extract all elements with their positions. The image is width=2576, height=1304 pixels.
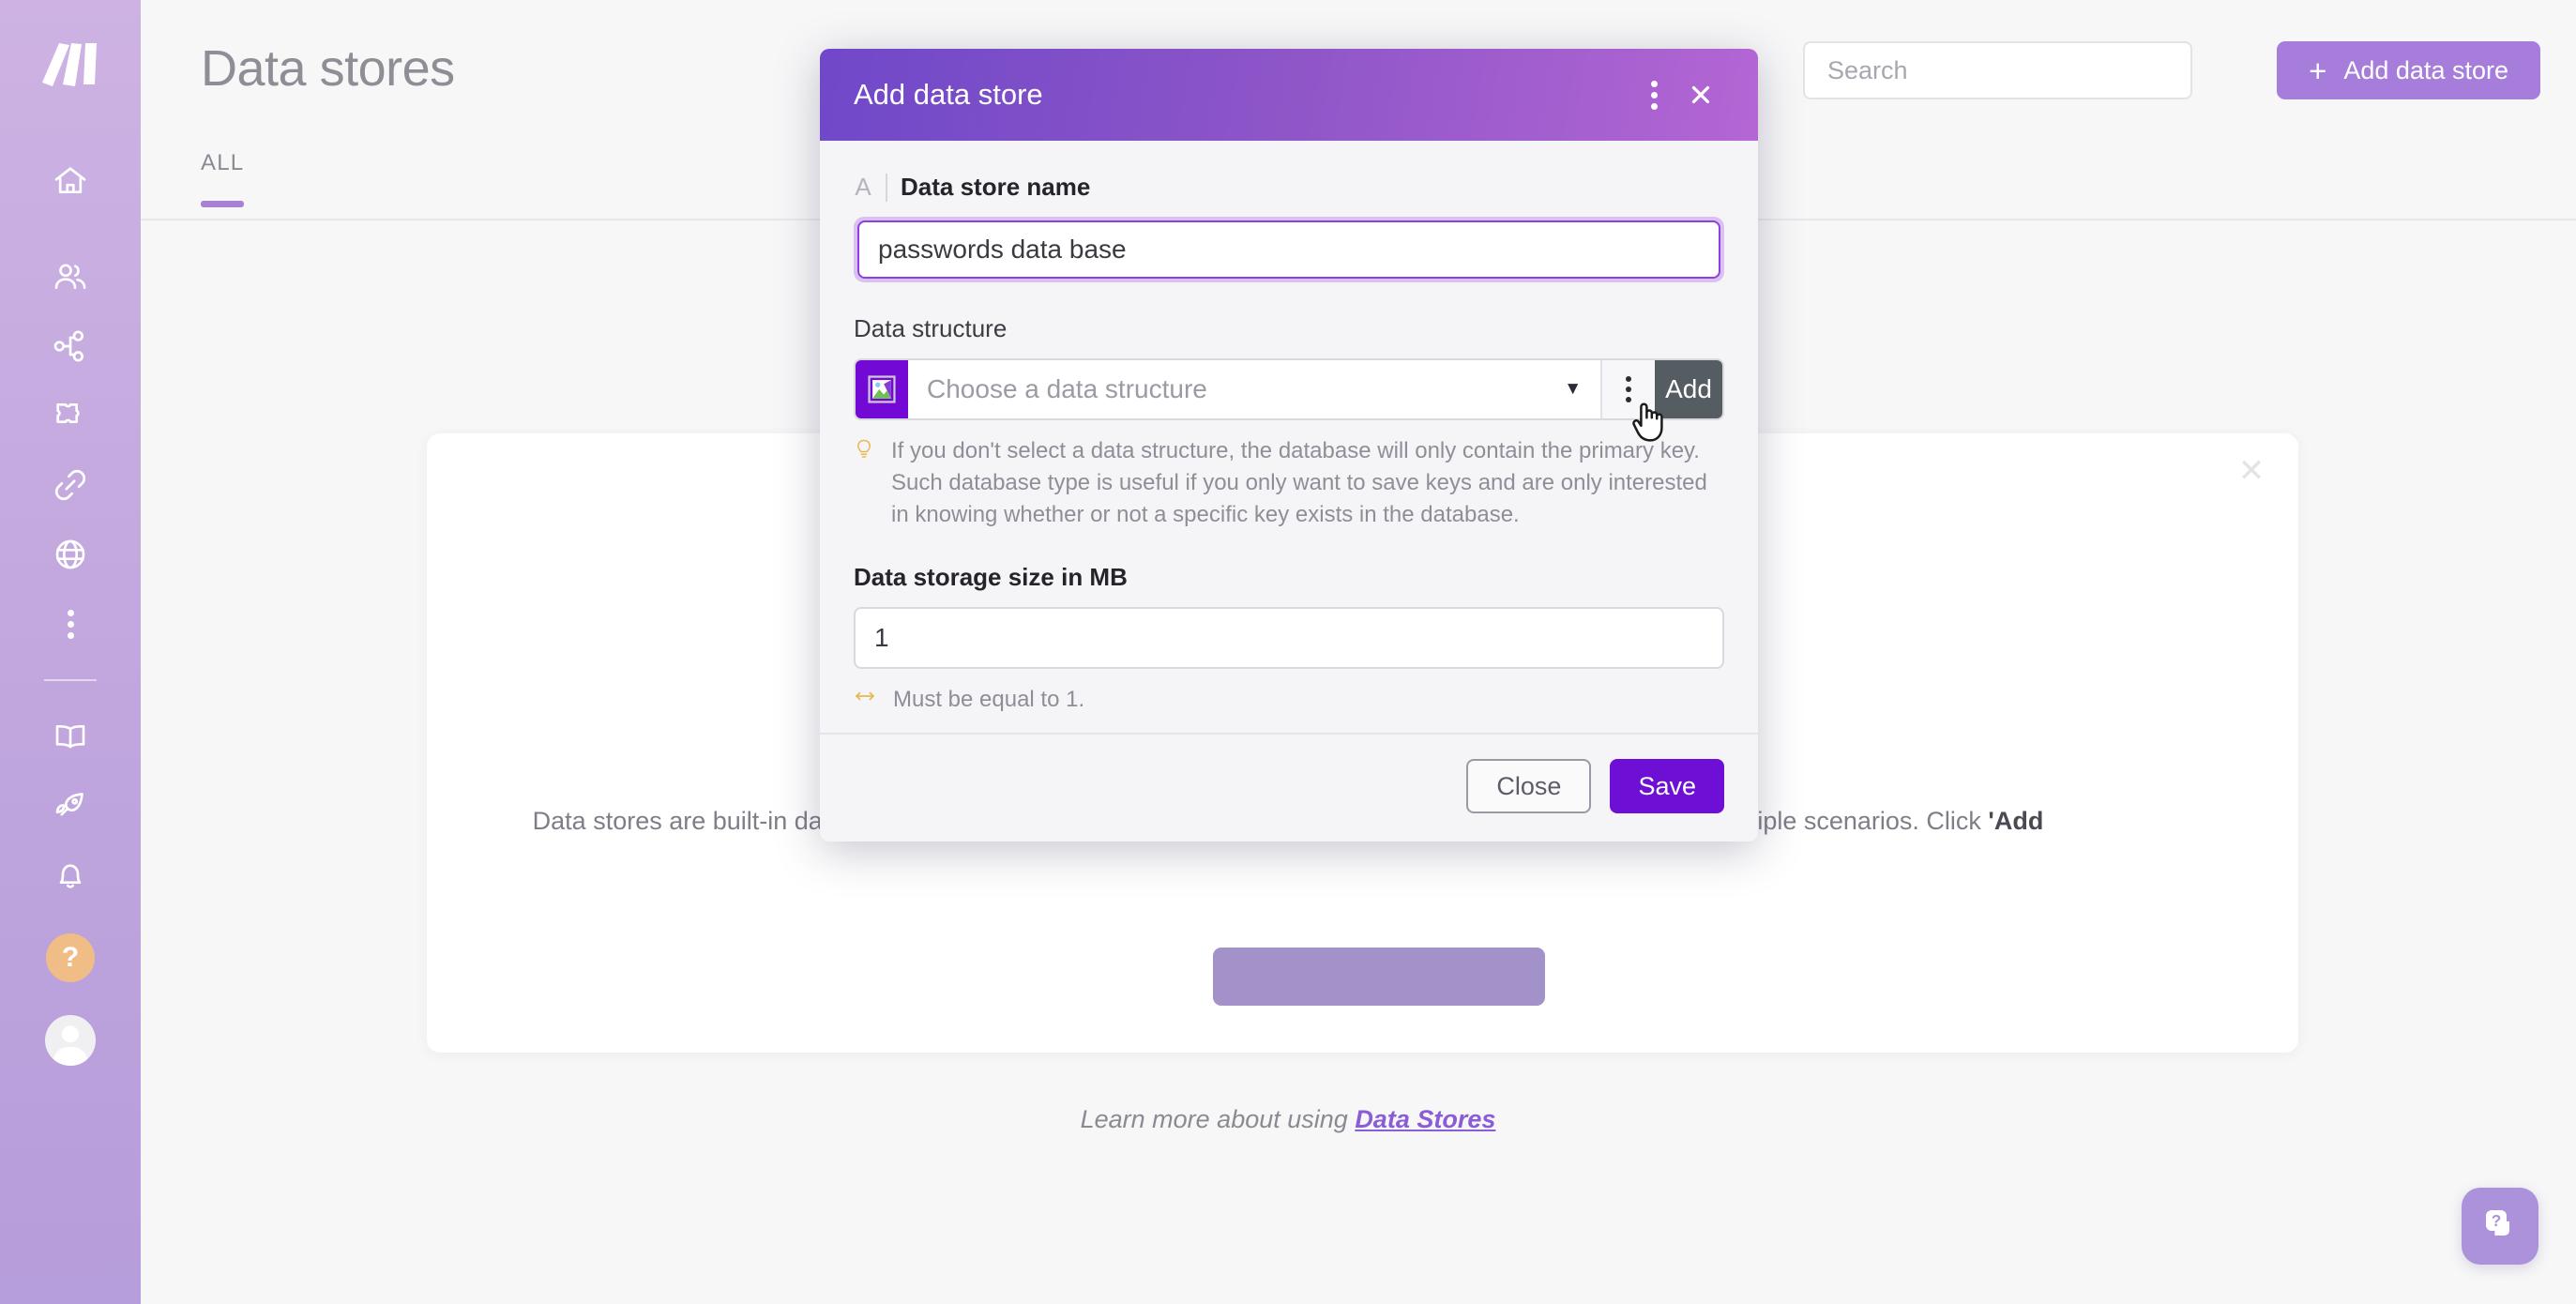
broken-image-icon: [856, 360, 908, 418]
globe-icon: [52, 536, 89, 573]
sidebar-item-home[interactable]: [36, 146, 105, 216]
sidebar-item-webhooks[interactable]: [36, 520, 105, 589]
empty-state-add-button[interactable]: [1213, 948, 1545, 1006]
data-size-input[interactable]: [854, 607, 1724, 670]
modal-close-button[interactable]: [1677, 71, 1724, 118]
bell-icon: [52, 857, 89, 894]
sidebar-item-avatar[interactable]: [36, 1006, 105, 1075]
tab-all[interactable]: ALL: [201, 150, 244, 201]
users-icon: [52, 258, 89, 296]
tab-bar: ALL: [201, 150, 244, 207]
sidebar-item-scenarios[interactable]: [36, 311, 105, 381]
data-size-hint-text: Must be equal to 1.: [893, 687, 1085, 713]
sidebar-item-teams[interactable]: [36, 242, 105, 311]
text-type-icon: A: [855, 173, 871, 201]
home-icon: [52, 162, 89, 200]
puzzle-icon: [52, 397, 89, 434]
make-logo[interactable]: [36, 36, 105, 94]
avatar: [45, 1015, 96, 1066]
sidebar-item-more[interactable]: [36, 589, 105, 659]
label-separator: [886, 173, 887, 202]
data-size-label-row: Data storage size in MB: [854, 563, 1724, 592]
three-dots-vertical-icon: [67, 609, 74, 639]
svg-text:?: ?: [2492, 1211, 2502, 1230]
sidebar-item-templates[interactable]: [36, 381, 105, 450]
data-structure-add-label: Add: [1665, 374, 1712, 403]
tab-active-indicator: [201, 201, 244, 207]
data-structure-menu-button[interactable]: [1600, 360, 1655, 418]
rocket-icon: [52, 787, 89, 825]
add-data-store-button[interactable]: + Add data store: [2277, 41, 2540, 99]
data-structure-hint: If you don't select a data structure, th…: [854, 435, 1724, 531]
add-data-store-label: Add data store: [2343, 55, 2508, 84]
arrows-horizontal-icon: [854, 684, 876, 716]
sidebar-item-docs[interactable]: [36, 702, 105, 771]
close-icon[interactable]: ✕: [2233, 452, 2270, 490]
data-structure-placeholder: Choose a data structure: [927, 374, 1207, 403]
add-data-store-modal: Add data store A Data store name passwor…: [820, 49, 1758, 842]
data-stores-link[interactable]: Data Stores: [1355, 1105, 1495, 1133]
data-structure-add-button[interactable]: Add: [1655, 360, 1722, 418]
page-title: Data stores: [201, 40, 455, 97]
link-chain-icon: [52, 466, 89, 504]
data-structure-label: Data structure: [854, 314, 1008, 342]
chevron-down-icon: ▼: [1564, 379, 1582, 399]
three-dots-vertical-icon: [1626, 376, 1631, 402]
sidebar-item-help[interactable]: ?: [36, 923, 105, 993]
search-box[interactable]: [1803, 41, 2192, 99]
modal-title: Add data store: [854, 78, 1043, 111]
data-size-label: Data storage size in MB: [854, 563, 1128, 592]
help-question-icon: ?: [46, 933, 95, 982]
search-input[interactable]: [1827, 55, 2168, 85]
learn-more-note: Learn more about using Data Stores: [0, 1105, 2576, 1134]
modal-body: A Data store name Data structure: [820, 141, 1758, 733]
modal-menu-button[interactable]: [1630, 71, 1677, 118]
data-size-hint: Must be equal to 1.: [854, 684, 1724, 716]
modal-footer: Close Save: [820, 733, 1758, 842]
plus-icon: +: [2309, 53, 2327, 88]
data-structure-row: Choose a data structure ▼ Add: [854, 358, 1724, 420]
data-store-name-label-row: A Data store name: [854, 173, 1724, 202]
empty-state-text-bold: 'Add: [1988, 807, 2044, 835]
data-structure-label-row: Data structure: [854, 314, 1724, 343]
sidebar-item-whats-new[interactable]: [36, 771, 105, 841]
book-icon: [52, 718, 89, 755]
lightbulb-icon: [854, 435, 874, 531]
data-store-name-label: Data store name: [901, 173, 1091, 201]
sidebar-item-notifications[interactable]: [36, 841, 105, 910]
close-button[interactable]: Close: [1466, 759, 1592, 814]
modal-header: Add data store: [820, 49, 1758, 141]
save-button[interactable]: Save: [1610, 759, 1724, 814]
question-card-icon: ?: [2478, 1202, 2523, 1251]
data-structure-select[interactable]: Choose a data structure ▼: [908, 360, 1600, 418]
three-dots-vertical-icon: [1650, 80, 1658, 110]
share-nodes-icon: [52, 327, 89, 365]
help-widget-button[interactable]: ?: [2462, 1188, 2538, 1265]
sidebar: ?: [0, 0, 141, 1304]
data-structure-hint-text: If you don't select a data structure, th…: [891, 438, 1707, 528]
sidebar-divider: [44, 679, 97, 681]
app-root: ? Data stores ALL + Add data store ✕ Dat…: [0, 0, 2576, 1304]
data-store-name-input[interactable]: [857, 220, 1720, 279]
sidebar-item-connections[interactable]: [36, 450, 105, 520]
learn-more-prefix: Learn more about using: [1080, 1105, 1356, 1133]
close-icon: [1691, 85, 1710, 104]
data-store-name-focus-ring: [854, 217, 1724, 282]
